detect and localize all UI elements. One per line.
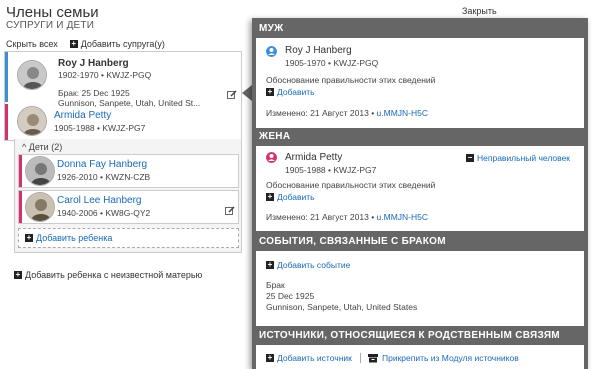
children-count: Дети (2) bbox=[28, 142, 63, 152]
events-section: + Добавить событие Брак 25 Dec 1925 Gunn… bbox=[256, 251, 584, 326]
children-header[interactable]: ^ Дети (2) bbox=[22, 142, 62, 152]
plus-icon: + bbox=[266, 87, 274, 96]
wife-name[interactable]: Armida Petty bbox=[54, 110, 111, 121]
wife-meta: 1905-1988 • KWJZ-PG7 bbox=[54, 123, 146, 133]
husband-name[interactable]: Roy J Hanberg bbox=[58, 58, 129, 69]
changed-info: Изменено: 21 Август 2013 • u.MMJN-H5C bbox=[266, 212, 429, 222]
couple-card[interactable]: Roy J Hanberg 1902-1970 • KWJZ-PGQ Брак:… bbox=[4, 51, 242, 141]
changed-date: Изменено: 21 Август 2013 bbox=[266, 108, 369, 118]
panel-husband-name[interactable]: Roy J Hanberg bbox=[285, 45, 352, 56]
minus-icon: − bbox=[466, 153, 474, 162]
child-avatar bbox=[25, 192, 55, 222]
panel-husband-meta: 1905-1970 • KWJZ-PGQ bbox=[285, 58, 379, 68]
husband-meta: 1902-1970 • KWJZ-PGQ bbox=[58, 70, 152, 80]
add-child-unknown-mother[interactable]: + Добавить ребенка с неизвестной матерью bbox=[14, 270, 202, 280]
add-spouse-link[interactable]: Добавить супруга(у) bbox=[81, 39, 165, 49]
add-event-label: Добавить событие bbox=[277, 260, 351, 270]
plus-icon: + bbox=[69, 39, 78, 48]
husband-avatar bbox=[17, 60, 47, 90]
add-event-button[interactable]: + Добавить событие bbox=[266, 260, 350, 270]
add-label: Добавить bbox=[277, 192, 315, 202]
child-card[interactable]: Carol Lee Hanberg 1940-2006 • KW8G-QY2 bbox=[18, 190, 239, 224]
changed-date: Изменено: 21 Август 2013 bbox=[266, 212, 369, 222]
wife-section: Armida Petty 1905-1988 • KWJZ-PG7 − Непр… bbox=[256, 146, 584, 231]
page-title: Члены семьи bbox=[6, 4, 99, 21]
sources-section-header: ИСТОЧНИКИ, ОТНОСЯЩИЕСЯ К РОДСТВЕННЫМ СВЯ… bbox=[252, 327, 588, 345]
changed-info: Изменено: 21 Август 2013 • u.MMJN-H5C bbox=[266, 108, 429, 118]
child-name[interactable]: Donna Fay Hanberg bbox=[57, 159, 147, 170]
hide-all-link[interactable]: Скрыть всех bbox=[6, 39, 58, 49]
male-bar bbox=[5, 52, 8, 102]
close-link[interactable]: Закрыть bbox=[462, 6, 497, 16]
attach-source-button[interactable]: Прикрепить из Модуля источников bbox=[368, 353, 519, 363]
child-card[interactable]: Donna Fay Hanberg 1926-2010 • KWZN-CZB bbox=[18, 154, 239, 188]
child-meta: 1940-2006 • KW8G-QY2 bbox=[57, 208, 151, 218]
plus-icon: + bbox=[25, 233, 33, 242]
family-members-section: Члены семьи СУПРУГИ И ДЕТИ Скрыть всех +… bbox=[0, 0, 252, 369]
child-name[interactable]: Carol Lee Hanberg bbox=[57, 195, 142, 206]
add-label: Добавить bbox=[277, 87, 315, 97]
plus-icon: + bbox=[266, 353, 274, 362]
female-bar bbox=[5, 104, 8, 140]
panel-pointer bbox=[242, 85, 252, 101]
add-child-button[interactable]: + Добавить ребенка bbox=[18, 228, 239, 248]
panel-wife-meta: 1905-1988 • KWJZ-PG7 bbox=[285, 165, 377, 175]
add-reason-button[interactable]: + Добавить bbox=[266, 87, 315, 97]
female-bar bbox=[19, 155, 22, 187]
female-bar bbox=[19, 191, 22, 223]
edit-icon[interactable] bbox=[225, 206, 235, 216]
add-child-unknown-mother-label: Добавить ребенка с неизвестной матерью bbox=[25, 270, 203, 280]
toolbar: Скрыть всех + Добавить супруга(у) bbox=[6, 39, 165, 49]
event-date[interactable]: 25 Dec 1925 bbox=[266, 291, 314, 301]
male-person-icon bbox=[266, 46, 277, 57]
plus-icon: + bbox=[14, 270, 22, 279]
plus-icon: + bbox=[266, 260, 274, 269]
add-source-label: Добавить источник bbox=[277, 353, 352, 363]
husband-section: Roy J Hanberg 1905-1970 • KWJZ-PGQ Обосн… bbox=[256, 38, 584, 128]
changed-by-link[interactable]: u.MMJN-H5C bbox=[377, 108, 428, 118]
husband-row[interactable]: Roy J Hanberg 1902-1970 • KWJZ-PGQ Брак:… bbox=[5, 52, 241, 108]
add-source-button[interactable]: + Добавить источник bbox=[266, 353, 352, 363]
changed-by-link[interactable]: u.MMJN-H5C bbox=[377, 212, 428, 222]
source-box-icon bbox=[368, 353, 378, 362]
female-person-icon bbox=[266, 152, 277, 163]
child-avatar bbox=[25, 156, 55, 186]
husband-section-header: МУЖ bbox=[252, 20, 588, 38]
wife-section-header: ЖЕНА bbox=[252, 128, 588, 146]
add-reason-button[interactable]: + Добавить bbox=[266, 192, 315, 202]
child-meta: 1926-2010 • KWZN-CZB bbox=[57, 172, 151, 182]
wrong-person-button[interactable]: − Неправильный человек bbox=[466, 153, 570, 163]
panel-wife-name[interactable]: Armida Petty bbox=[285, 152, 342, 163]
event-type[interactable]: Брак bbox=[266, 280, 285, 290]
add-child-label: Добавить ребенка bbox=[36, 233, 113, 243]
reason-label: Обоснование правильности этих сведений bbox=[266, 180, 436, 190]
sources-section: + Добавить источник Прикрепить из Модуля… bbox=[256, 345, 584, 369]
page-subtitle: СУПРУГИ И ДЕТИ bbox=[6, 20, 95, 31]
event-place[interactable]: Gunnison, Sanpete, Utah, United States bbox=[266, 302, 417, 312]
plus-icon: + bbox=[266, 192, 274, 201]
chevron-up-icon[interactable]: ^ bbox=[22, 142, 26, 152]
wife-row[interactable]: Armida Petty 1905-1988 • KWJZ-PG7 bbox=[5, 104, 241, 140]
wrong-person-label: Неправильный человек bbox=[477, 153, 571, 163]
relationship-panel: МУЖ Roy J Hanberg 1905-1970 • KWJZ-PGQ О… bbox=[252, 18, 588, 369]
reason-label: Обоснование правильности этих сведений bbox=[266, 75, 436, 85]
events-section-header: СОБЫТИЯ, СВЯЗАННЫЕ С БРАКОМ bbox=[252, 233, 588, 251]
divider bbox=[360, 353, 361, 363]
marriage-date: Брак: 25 Dec 1925 bbox=[58, 88, 130, 98]
wife-avatar bbox=[17, 106, 47, 136]
edit-icon[interactable] bbox=[227, 90, 237, 100]
attach-source-label: Прикрепить из Модуля источников bbox=[382, 353, 519, 363]
